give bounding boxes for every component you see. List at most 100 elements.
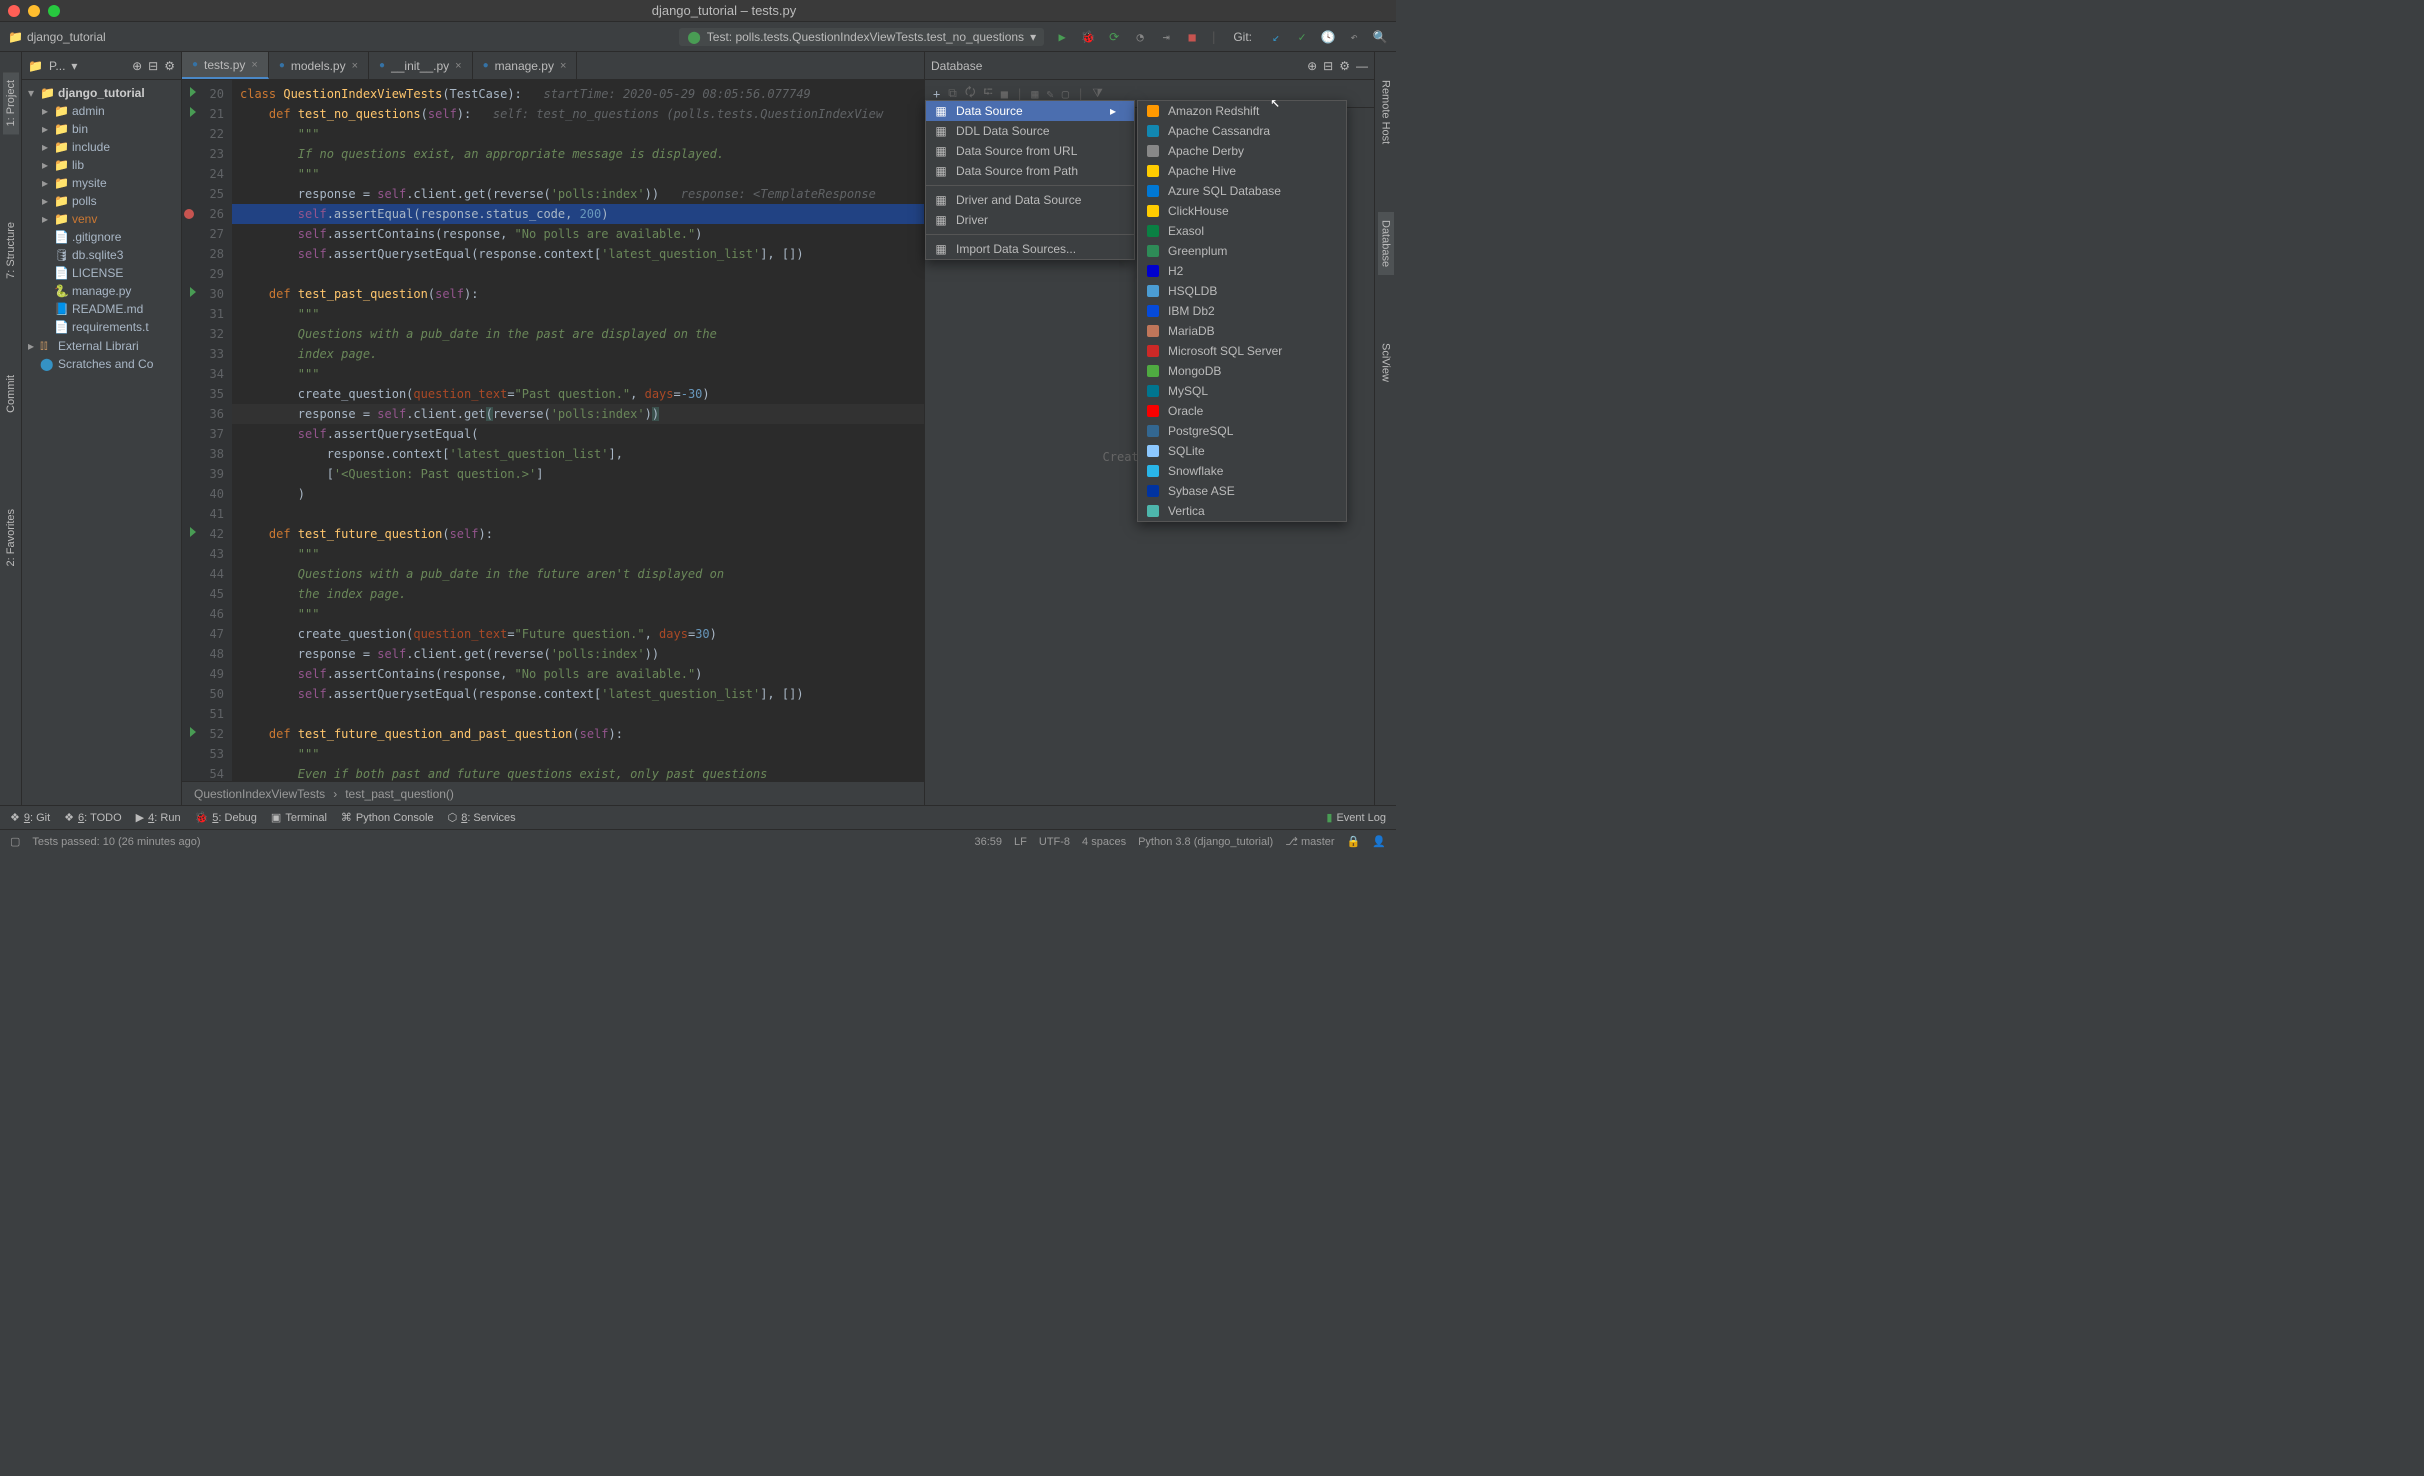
search-everywhere-button[interactable]: 🔍	[1372, 29, 1388, 45]
gear-icon[interactable]: ⚙	[1339, 59, 1350, 73]
code-line[interactable]: class QuestionIndexViewTests(TestCase): …	[232, 84, 924, 104]
code-line[interactable]: self.assertEqual(response.status_code, 2…	[232, 204, 924, 224]
maximize-window-icon[interactable]	[48, 5, 60, 17]
code-line[interactable]: response = self.client.get(reverse('poll…	[232, 404, 924, 424]
editor-breadcrumb[interactable]: QuestionIndexViewTests › test_past_quest…	[182, 781, 924, 805]
code-line[interactable]: response = self.client.get(reverse('poll…	[232, 644, 924, 664]
code-line[interactable]	[232, 704, 924, 724]
git-update-button[interactable]: ↙	[1268, 29, 1284, 45]
code-line[interactable]: self.assertQuerysetEqual(	[232, 424, 924, 444]
code-line[interactable]: response = self.client.get(reverse('poll…	[232, 184, 924, 204]
menu-item[interactable]: Vertica	[1138, 501, 1346, 521]
bottom-tool-git[interactable]: ❖9: Git	[10, 811, 50, 824]
menu-item[interactable]: ▦Driver and Data Source	[926, 190, 1134, 210]
structure-tool-tab[interactable]: 7: Structure	[3, 214, 19, 287]
project-tool-tab[interactable]: 1: Project	[3, 72, 19, 134]
run-gutter-icon[interactable]	[190, 727, 196, 737]
attach-button[interactable]: ⇥	[1158, 29, 1174, 45]
run-gutter-icon[interactable]	[190, 107, 196, 117]
close-window-icon[interactable]	[8, 5, 20, 17]
menu-item[interactable]: ▦Data Source from Path	[926, 161, 1134, 181]
menu-item[interactable]: ClickHouse	[1138, 201, 1346, 221]
menu-item[interactable]: SQLite	[1138, 441, 1346, 461]
menu-item[interactable]: Apache Derby	[1138, 141, 1346, 161]
run-gutter-icon[interactable]	[190, 287, 196, 297]
menu-item[interactable]: MariaDB	[1138, 321, 1346, 341]
run-gutter-icon[interactable]	[190, 87, 196, 97]
code-line[interactable]: ['<Question: Past question.>']	[232, 464, 924, 484]
filter-icon[interactable]: ⧩	[1092, 86, 1103, 101]
tree-root[interactable]: ▾ 📁 django_tutorial	[22, 84, 181, 102]
run-gutter-icon[interactable]	[190, 527, 196, 537]
menu-item[interactable]: Azure SQL Database	[1138, 181, 1346, 201]
tree-item[interactable]: ▸📁polls	[22, 192, 181, 210]
code-line[interactable]: """	[232, 164, 924, 184]
breakpoint-icon[interactable]	[184, 209, 194, 219]
tree-item[interactable]: ▸📁admin	[22, 102, 181, 120]
bottom-tool-debug[interactable]: 🐞5: Debug	[195, 811, 257, 824]
code-line[interactable]: self.assertContains(response, "No polls …	[232, 224, 924, 244]
caret-position[interactable]: 36:59	[975, 836, 1003, 848]
coverage-button[interactable]: ⟳	[1106, 29, 1122, 45]
editor-tab[interactable]: ●tests.py×	[182, 52, 269, 79]
line-sep[interactable]: LF	[1014, 836, 1027, 848]
menu-item[interactable]: IBM Db2	[1138, 301, 1346, 321]
add-icon[interactable]: +	[933, 87, 940, 101]
bottom-tool-terminal[interactable]: ▣Terminal	[271, 811, 327, 824]
menu-item[interactable]: Greenplum	[1138, 241, 1346, 261]
tree-item[interactable]: ▸📁include	[22, 138, 181, 156]
encoding[interactable]: UTF-8	[1039, 836, 1070, 848]
menu-item[interactable]: ▦Data Source from URL	[926, 141, 1134, 161]
code-line[interactable]: Questions with a pub_date in the past ar…	[232, 324, 924, 344]
bottom-tool-todo[interactable]: ❖6: TODO	[64, 811, 122, 824]
code-line[interactable]: """	[232, 304, 924, 324]
menu-item[interactable]: Sybase ASE	[1138, 481, 1346, 501]
remote-host-tab[interactable]: Remote Host	[1378, 72, 1394, 152]
stop-icon[interactable]: ■	[1001, 87, 1008, 101]
code-line[interactable]: self.assertQuerysetEqual(response.contex…	[232, 684, 924, 704]
code-line[interactable]: """	[232, 544, 924, 564]
code-line[interactable]: def test_future_question(self):	[232, 524, 924, 544]
locate-icon[interactable]: ⊕	[1307, 59, 1317, 73]
close-icon[interactable]: ×	[352, 60, 358, 72]
code-line[interactable]: """	[232, 604, 924, 624]
editor-gutter[interactable]: 2021222324252627282930313233343536373839…	[182, 80, 232, 781]
locate-icon[interactable]: ⊕	[132, 59, 142, 73]
code-line[interactable]: """	[232, 744, 924, 764]
git-branch[interactable]: ⎇ master	[1285, 835, 1334, 848]
event-log-button[interactable]: ▮ Event Log	[1326, 811, 1386, 824]
menu-item[interactable]: Snowflake	[1138, 461, 1346, 481]
stop-button[interactable]: ■	[1184, 29, 1200, 45]
breadcrumb[interactable]: 📁 django_tutorial	[8, 30, 106, 44]
menu-item[interactable]: Apache Cassandra	[1138, 121, 1346, 141]
code-line[interactable]: def test_future_question_and_past_questi…	[232, 724, 924, 744]
menu-item[interactable]: PostgreSQL	[1138, 421, 1346, 441]
editor-tab[interactable]: ●manage.py×	[473, 52, 578, 79]
git-commit-button[interactable]: ✓	[1294, 29, 1310, 45]
menu-item[interactable]: Exasol	[1138, 221, 1346, 241]
editor-tab[interactable]: ●models.py×	[269, 52, 369, 79]
project-view-label[interactable]: P...	[49, 59, 65, 73]
commit-tool-tab[interactable]: Commit	[3, 367, 19, 421]
tree-item[interactable]: 📄LICENSE	[22, 264, 181, 282]
gear-icon[interactable]: ⚙	[164, 59, 175, 73]
menu-item[interactable]: Amazon Redshift	[1138, 101, 1346, 121]
close-icon[interactable]: ×	[560, 60, 566, 72]
tree-item[interactable]: ▸📁bin	[22, 120, 181, 138]
menu-item[interactable]: ▦DDL Data Source	[926, 121, 1134, 141]
code-line[interactable]: If no questions exist, an appropriate me…	[232, 144, 924, 164]
add-datasource-menu[interactable]: ▦Data Source▸▦DDL Data Source▦Data Sourc…	[925, 100, 1135, 260]
profile-button[interactable]: ◔	[1132, 29, 1148, 45]
menu-item[interactable]: HSQLDB	[1138, 281, 1346, 301]
menu-item[interactable]: ▦Import Data Sources...	[926, 239, 1134, 259]
code-line[interactable]: """	[232, 364, 924, 384]
chevron-down-icon[interactable]: ▾	[71, 59, 77, 73]
code-line[interactable]: self.assertContains(response, "No polls …	[232, 664, 924, 684]
tree-scratches[interactable]: ⬤ Scratches and Co	[22, 355, 181, 373]
code-line[interactable]: def test_past_question(self):	[232, 284, 924, 304]
menu-item[interactable]: Microsoft SQL Server	[1138, 341, 1346, 361]
menu-item[interactable]: MySQL	[1138, 381, 1346, 401]
git-rollback-button[interactable]: ↶	[1346, 29, 1362, 45]
code-line[interactable]: Questions with a pub_date in the future …	[232, 564, 924, 584]
hide-icon[interactable]: —	[1356, 59, 1368, 73]
